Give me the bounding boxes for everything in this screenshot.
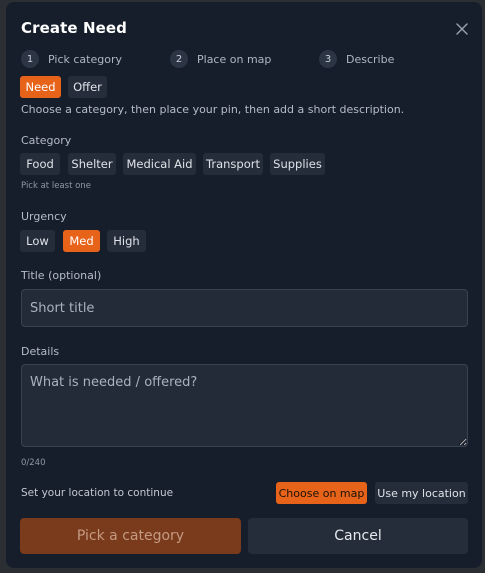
step-number: 2 [170,50,188,68]
instructions-text: Choose a category, then place your pin, … [21,103,405,116]
details-textarea[interactable] [21,364,468,447]
choose-on-map-button[interactable]: Choose on map [276,482,367,504]
category-hint: Pick at least one [21,181,91,191]
details-field-label: Details [21,345,60,358]
category-transport-chip[interactable]: Transport [203,153,263,175]
step-number: 3 [319,50,337,68]
category-medical-aid-chip[interactable]: Medical Aid [123,153,196,175]
dialog-title: Create Need [21,19,128,37]
step-1: 1 Pick category [21,50,122,68]
category-supplies-chip[interactable]: Supplies [270,153,325,175]
title-field-label: Title (optional) [21,269,102,282]
category-label: Category [21,134,72,147]
urgency-high-chip[interactable]: High [107,230,146,252]
urgency-med-chip[interactable]: Med [63,230,100,252]
step-indicator: 1 Pick category 2 Place on map 3 Describ… [21,50,461,70]
category-shelter-chip[interactable]: Shelter [68,153,116,175]
use-my-location-button[interactable]: Use my location [375,482,468,504]
step-label: Pick category [48,52,122,66]
step-label: Describe [346,52,395,66]
category-food-chip[interactable]: Food [20,153,60,175]
step-number: 1 [21,50,39,68]
step-label: Place on map [197,52,272,66]
urgency-label: Urgency [21,210,67,223]
title-input[interactable] [21,289,468,327]
step-3: 3 Describe [319,50,394,68]
details-char-counter: 0/240 [21,458,46,468]
cancel-button[interactable]: Cancel [248,518,468,554]
urgency-low-chip[interactable]: Low [20,230,55,252]
location-prompt: Set your location to continue [21,487,174,499]
step-2: 2 Place on map [170,50,271,68]
close-icon[interactable] [455,22,469,36]
type-offer-toggle[interactable]: Offer [68,76,107,98]
type-need-toggle[interactable]: Need [20,76,61,98]
submit-button[interactable]: Pick a category [20,518,241,554]
create-need-dialog: Create Need 1 Pick category 2 Place on m… [6,2,482,568]
